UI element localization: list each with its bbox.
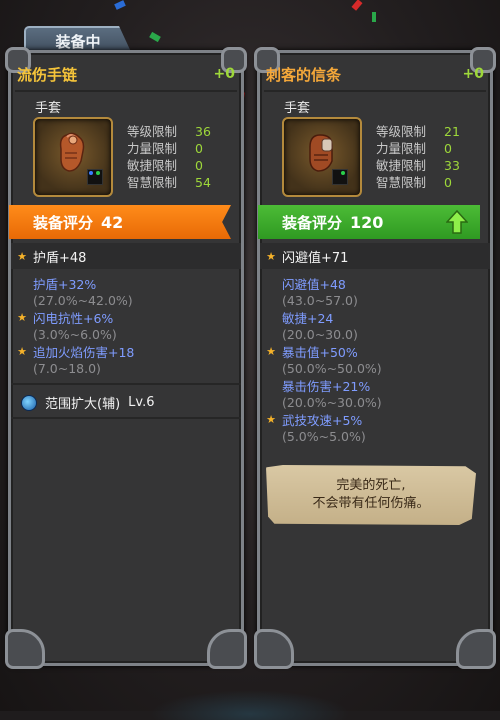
main-stat-row: ★ 闪避值+71	[260, 243, 490, 269]
glove-icon	[59, 132, 85, 172]
requirement-row: 等级限制 36	[127, 124, 211, 139]
attribute-name: 闪电抗性+6%	[33, 311, 114, 326]
attribute-range: (43.0~57.0)	[282, 293, 358, 308]
item-name: 流伤手链	[17, 65, 78, 84]
divider	[15, 90, 237, 92]
skill-gem-icon	[21, 394, 37, 411]
divider	[264, 90, 486, 92]
attribute-name: 追加火焰伤害+18	[33, 345, 135, 360]
item-icon-frame[interactable]	[33, 117, 113, 197]
star-icon: ★	[266, 345, 276, 358]
item-icon-frame[interactable]	[282, 117, 362, 197]
attribute-range: (7.0~18.0)	[33, 361, 101, 376]
requirement-row: 等级限制 21	[376, 124, 460, 139]
upgrade-arrow-icon	[446, 210, 468, 234]
star-icon: ★	[17, 311, 27, 324]
socket-gem-icon	[87, 169, 103, 185]
attribute-name: 暴击伤害+21%	[282, 379, 371, 394]
attribute-name: 闪避值+48	[282, 277, 346, 292]
requirement-row: 智慧限制 54	[127, 175, 211, 190]
main-stat-row: ★ 护盾+48	[11, 243, 241, 269]
main-stat: 护盾+48	[33, 250, 87, 266]
flavor-text-line: 不会带有任何伤痛。	[312, 496, 430, 511]
equipped-item-panel: 流伤手链 +0 手套 等级限制 36 力量限制 0 敏捷限制 0 智慧限制 54…	[5, 47, 247, 669]
attribute-name: 敏捷+24	[282, 311, 334, 326]
equipment-score-bar: 装备评分 120	[258, 205, 480, 239]
enhance-level: +0	[213, 66, 235, 82]
attribute-row: 暴击伤害+21%	[260, 377, 490, 394]
item-type-label: 手套	[35, 101, 62, 116]
skill-level: Lv.6	[128, 395, 155, 410]
attribute-row: 闪避值+48	[260, 275, 490, 292]
attribute-range: (20.0~30.0)	[282, 327, 358, 342]
flavor-text-scroll: 完美的死亡, 不会带有任何伤痛。	[266, 465, 476, 525]
attribute-range: (27.0%~42.0%)	[33, 293, 133, 308]
requirements-list: 等级限制 21 力量限制 0 敏捷限制 33 智慧限制 0	[376, 123, 486, 191]
star-icon: ★	[266, 413, 276, 426]
compare-item-panel: 刺客的信条 +0 手套 等级限制 21 力量限制 0 敏捷限制 33 智慧限制 …	[254, 47, 496, 669]
attribute-name: 暴击值+50%	[282, 345, 358, 360]
panel-corner-ornament	[207, 629, 247, 669]
flavor-text-line: 完美的死亡,	[336, 478, 406, 493]
item-title-row: 刺客的信条 +0	[266, 61, 484, 87]
enhance-level: +0	[462, 66, 484, 82]
attribute-range: (5.0%~5.0%)	[282, 429, 366, 444]
socket-gem-icon	[332, 169, 348, 185]
attribute-name: 武技攻速+5%	[282, 413, 363, 428]
attribute-range: (3.0%~6.0%)	[33, 327, 117, 342]
requirement-row: 敏捷限制 0	[127, 158, 203, 173]
attribute-range: (50.0%~50.0%)	[282, 361, 382, 376]
panel-corner-ornament	[5, 629, 45, 669]
star-icon: ★	[266, 249, 276, 263]
attribute-row: ★ 闪电抗性+6%	[11, 309, 241, 326]
attribute-row: ★ 暴击值+50%	[260, 343, 490, 360]
requirement-row: 力量限制 0	[127, 141, 203, 156]
divider	[11, 417, 241, 419]
attribute-row: ★ 追加火焰伤害+18	[11, 343, 241, 360]
star-icon: ★	[17, 249, 27, 263]
star-icon: ★	[17, 345, 27, 358]
main-stat: 闪避值+71	[282, 250, 349, 266]
requirement-row: 敏捷限制 33	[376, 158, 460, 173]
score-value: 42	[101, 212, 124, 232]
score-label: 装备评分	[33, 213, 94, 232]
score-label: 装备评分	[282, 213, 343, 232]
skill-gem-row[interactable]: 范围扩大(辅) Lv.6	[21, 393, 155, 412]
score-value: 120	[350, 212, 384, 232]
panel-corner-ornament	[254, 629, 294, 669]
attribute-list: 护盾+32% (27.0%~42.0%) ★ 闪电抗性+6% (3.0%~6.0…	[11, 275, 241, 377]
attribute-row: ★ 武技攻速+5%	[260, 411, 490, 428]
requirement-row: 智慧限制 0	[376, 175, 452, 190]
panel-corner-ornament	[456, 629, 496, 669]
attribute-name: 护盾+32%	[33, 277, 97, 292]
item-title-row: 流伤手链 +0	[17, 61, 235, 87]
equipped-tab-label: 装备中	[55, 32, 101, 51]
attribute-row: 敏捷+24	[260, 309, 490, 326]
item-type-label: 手套	[284, 101, 311, 116]
attribute-row: 护盾+32%	[11, 275, 241, 292]
confetti-piece	[372, 12, 376, 22]
bottom-button-glow	[150, 690, 350, 720]
divider	[11, 383, 241, 385]
item-name: 刺客的信条	[266, 65, 342, 84]
skill-name: 范围扩大(辅)	[45, 397, 121, 412]
attribute-list: 闪避值+48 (43.0~57.0) 敏捷+24 (20.0~30.0) ★ 暴…	[260, 275, 490, 445]
attribute-range: (20.0%~30.0%)	[282, 395, 382, 410]
requirements-list: 等级限制 36 力量限制 0 敏捷限制 0 智慧限制 54	[127, 123, 237, 191]
requirement-row: 力量限制 0	[376, 141, 452, 156]
equipment-score-bar: 装备评分 42	[9, 205, 231, 239]
